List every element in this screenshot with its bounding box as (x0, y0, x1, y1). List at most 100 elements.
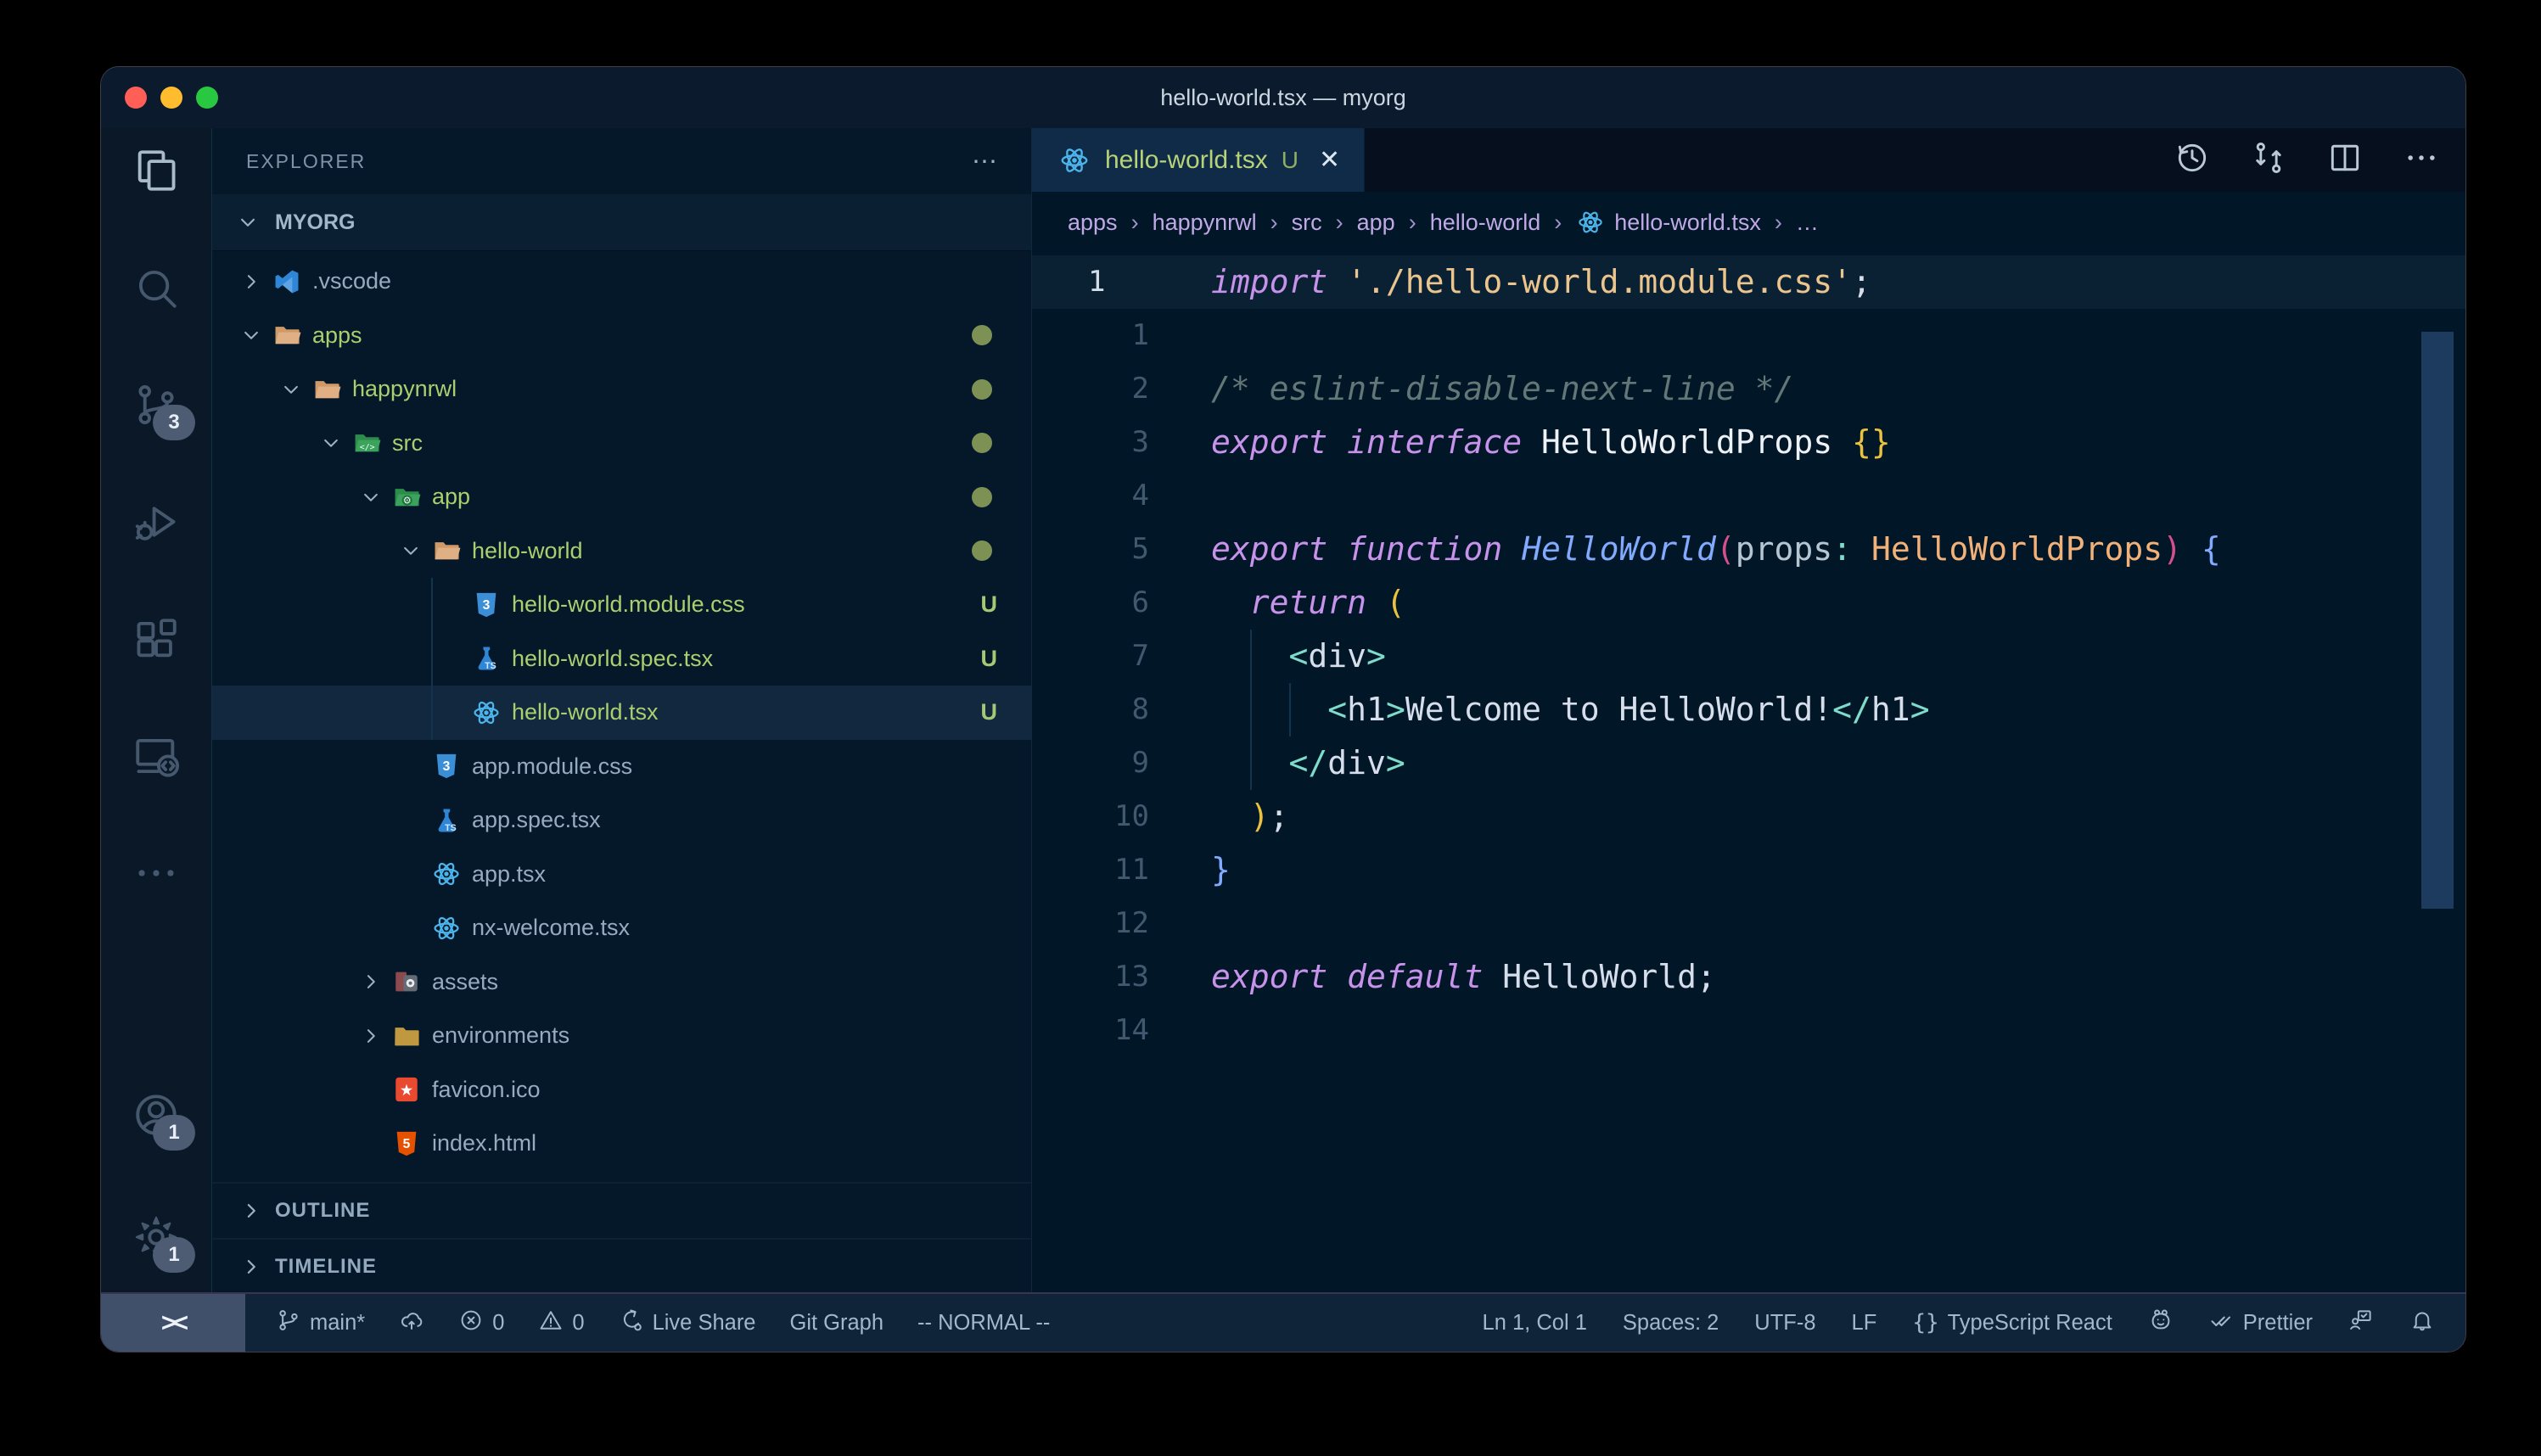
status-item-vim-mode[interactable]: -- NORMAL -- (917, 1311, 1050, 1336)
titlebar[interactable]: hello-world.tsx — myorg (101, 67, 2465, 128)
css3-icon: 3 (468, 586, 505, 624)
tree-item-hello-world[interactable]: hello-world (212, 524, 1031, 579)
code-token: /* eslint-disable-next-line */ (1211, 370, 1793, 407)
tree-item--vscode[interactable]: .vscode (212, 255, 1031, 309)
tab-hello-world-tsx[interactable]: hello-world.tsx U ✕ (1032, 128, 1365, 192)
code-token: ( (1716, 530, 1736, 568)
react-icon (428, 910, 465, 947)
scrollbar-thumb[interactable] (2421, 332, 2454, 909)
indent-spacer (394, 804, 428, 837)
outline-section-header[interactable]: OUTLINE (212, 1182, 1031, 1238)
status-item-live-share[interactable]: Live Share (619, 1308, 756, 1339)
react-icon (428, 855, 465, 893)
tree-item-hello-world-module-css[interactable]: 3hello-world.module.cssU (212, 578, 1031, 632)
activity-item-run-debug[interactable] (129, 496, 183, 551)
status-item-git-branch[interactable]: main* (276, 1308, 365, 1339)
breadcrumb-item-apps[interactable]: apps (1068, 210, 1118, 236)
tree-item-app-spec-tsx[interactable]: TSapp.spec.tsx (212, 793, 1031, 848)
status-item-notifications[interactable] (2409, 1308, 2435, 1339)
close-icon[interactable]: ✕ (1319, 145, 1340, 175)
tree-item-apps[interactable]: apps (212, 309, 1031, 363)
git-modified-dot (972, 325, 992, 345)
code-token: h1 (1871, 691, 1910, 728)
code-line: 13export default HelloWorld; (1032, 950, 2465, 1004)
status-item-label: 0 (572, 1311, 584, 1336)
activity-item-search[interactable] (129, 262, 183, 316)
status-item-indentation[interactable]: Spaces: 2 (1623, 1311, 1719, 1336)
activity-item-more-views[interactable] (129, 848, 183, 902)
svg-text:3: 3 (443, 759, 451, 774)
tree-item-hello-world-spec-tsx[interactable]: TShello-world.spec.tsxU (212, 632, 1031, 686)
close-button[interactable] (125, 87, 147, 109)
svg-text:TS: TS (445, 823, 457, 833)
open-changes-button[interactable] (2250, 139, 2287, 181)
status-item-feedback[interactable] (2348, 1308, 2374, 1339)
workspace-section-header[interactable]: MYORG (212, 194, 1031, 251)
status-item-warnings[interactable]: 0 (538, 1308, 584, 1339)
tree-item-environments[interactable]: environments (212, 1009, 1031, 1063)
code-editor[interactable]: 1import './hello-world.module.css';12/* … (1032, 253, 2465, 1057)
git-modified-dot (972, 540, 992, 561)
activity-item-remote-explorer[interactable] (129, 731, 183, 785)
status-item-eol[interactable]: LF (1852, 1311, 1877, 1336)
tree-item-index-html[interactable]: 5index.html (212, 1117, 1031, 1171)
indent-spacer (354, 1127, 388, 1161)
activity-item-explorer[interactable] (129, 145, 183, 199)
more-actions-button[interactable] (2403, 139, 2440, 181)
git-untracked-badge: U (981, 646, 998, 672)
svg-text:5: 5 (403, 1137, 411, 1151)
split-editor-button[interactable] (2326, 139, 2364, 181)
tree-item-happynrwl[interactable]: happynrwl (212, 362, 1031, 417)
breadcrumb-item-hello-world-tsx[interactable]: hello-world.tsx (1575, 207, 1761, 238)
tree-item-favicon-ico[interactable]: ★favicon.ico (212, 1063, 1031, 1117)
badge: 3 (153, 405, 195, 440)
status-item-language-mode[interactable]: {}TypeScript React (1912, 1310, 2112, 1336)
activity-item-extensions[interactable] (129, 613, 183, 668)
chevron-down-icon (394, 534, 428, 568)
code-token: export (1211, 958, 1327, 995)
git-untracked-badge: U (981, 699, 998, 725)
clock-history-icon (2174, 139, 2211, 176)
status-item-errors[interactable]: 0 (458, 1308, 504, 1339)
indent-spacer (434, 588, 468, 622)
timeline-section-header[interactable]: TIMELINE (212, 1238, 1031, 1294)
open-timeline-button[interactable] (2174, 139, 2211, 181)
status-item-encoding[interactable]: UTF-8 (1754, 1311, 1815, 1336)
tree-item-app-tsx[interactable]: app.tsx (212, 848, 1031, 902)
activity-item-accounts[interactable]: 1 (129, 1089, 183, 1144)
activity-item-settings[interactable]: 1 (129, 1212, 183, 1266)
tree-item-app-module-css[interactable]: 3app.module.css (212, 740, 1031, 794)
status-item-extension-face[interactable] (2148, 1308, 2174, 1339)
git-untracked-badge: U (1282, 147, 1299, 174)
remote-indicator[interactable]: >< (101, 1294, 245, 1352)
breadcrumb-item-app[interactable]: app (1357, 210, 1395, 236)
code-token: Welcome to HelloWorld! (1405, 691, 1832, 728)
more-icon (132, 848, 181, 902)
status-item-cursor-position[interactable]: Ln 1, Col 1 (1483, 1311, 1587, 1336)
status-item-formatter-prettier[interactable]: Prettier (2209, 1308, 2313, 1339)
tree-item-label: app (432, 484, 470, 510)
code-line: 8 <h1>Welcome to HelloWorld!</h1> (1032, 683, 2465, 736)
compare-icon (2250, 139, 2287, 176)
minimize-button[interactable] (160, 87, 182, 109)
status-item-git-graph[interactable]: Git Graph (790, 1311, 884, 1336)
tree-item-app[interactable]: ⚙app (212, 470, 1031, 524)
tree-item-hello-world-tsx[interactable]: hello-world.tsxU (212, 686, 1031, 740)
code-token: return (1250, 584, 1366, 621)
status-item-publish-changes[interactable] (399, 1308, 424, 1339)
code-token: div (1308, 637, 1366, 675)
breadcrumb-item-hello-world[interactable]: hello-world (1430, 210, 1541, 236)
tree-item-assets[interactable]: assets (212, 955, 1031, 1010)
chevron-down-icon (314, 426, 348, 460)
breadcrumb-separator: › (1409, 210, 1416, 236)
indent-spacer (394, 857, 428, 891)
breadcrumb-item--[interactable]: … (1796, 210, 1819, 236)
tree-item-nx-welcome-tsx[interactable]: nx-welcome.tsx (212, 901, 1031, 955)
status-item-label: Prettier (2243, 1311, 2313, 1336)
explorer-more-icon[interactable]: ⋯ (972, 147, 999, 176)
breadcrumb-item-src[interactable]: src (1292, 210, 1322, 236)
zoom-button[interactable] (196, 87, 218, 109)
tree-item-src[interactable]: </>src (212, 417, 1031, 471)
activity-item-source-control[interactable]: 3 (129, 379, 183, 434)
breadcrumb-item-happynrwl[interactable]: happynrwl (1153, 210, 1257, 236)
